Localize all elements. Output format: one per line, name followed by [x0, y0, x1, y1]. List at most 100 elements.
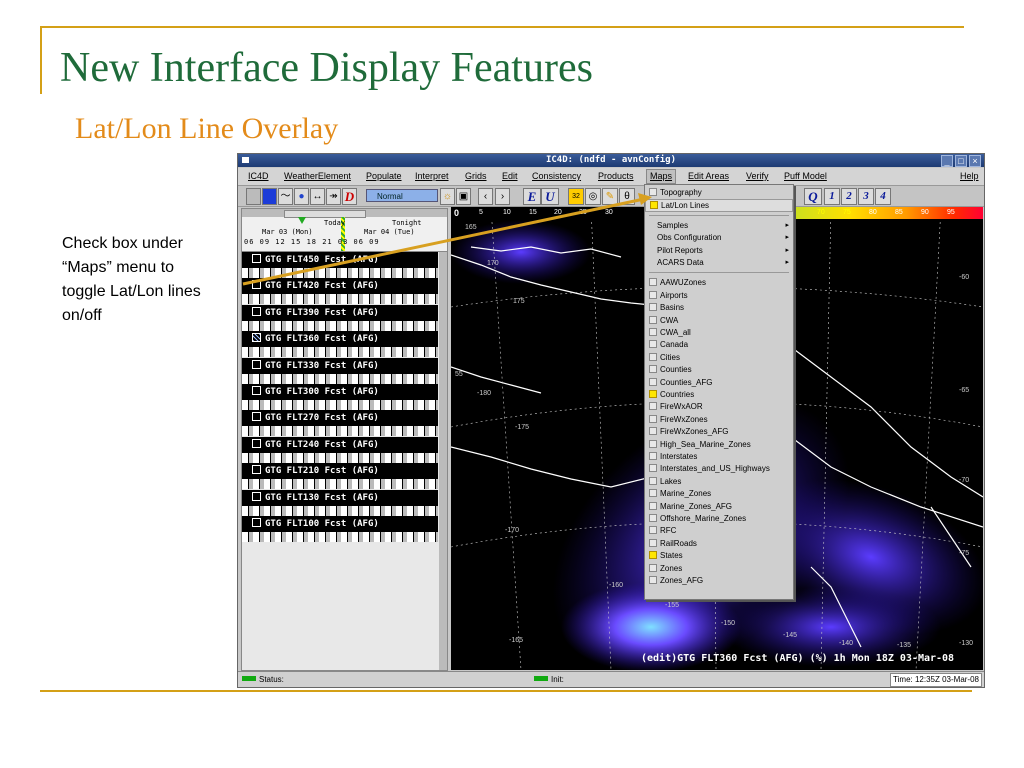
- grid-select-checkbox[interactable]: [252, 333, 261, 343]
- maps-overlay-item[interactable]: FireWxAOR: [645, 401, 793, 413]
- menu-checkbox[interactable]: [649, 464, 657, 473]
- grid-select-checkbox[interactable]: [252, 306, 261, 316]
- maps-overlay-item[interactable]: Cities: [645, 352, 793, 364]
- grid-row[interactable]: GTG FLT210 Fcst (AFG): [242, 463, 438, 490]
- maps-overlay-item[interactable]: FireWxZones_AFG: [645, 426, 793, 438]
- menu-edit-areas[interactable]: Edit Areas: [688, 171, 729, 181]
- mode-select[interactable]: Normal: [366, 189, 438, 202]
- menu-weatherelement[interactable]: WeatherElement: [284, 171, 351, 181]
- timeline-scrollbar[interactable]: [242, 209, 447, 218]
- d-tool-button[interactable]: D: [342, 188, 357, 205]
- menu-checkbox[interactable]: [649, 377, 657, 386]
- maps-overlay-item[interactable]: Interstates_and_US_Highways: [645, 463, 793, 475]
- grid-time-blocks[interactable]: [242, 505, 438, 516]
- menu-checkbox[interactable]: [649, 352, 657, 361]
- menu-checkbox[interactable]: [649, 402, 657, 411]
- maximize-icon[interactable]: □: [955, 155, 967, 167]
- grid-select-checkbox[interactable]: [252, 254, 261, 263]
- grid-row-label[interactable]: GTG FLT300 Fcst (AFG): [242, 383, 438, 400]
- grid-time-blocks[interactable]: [242, 373, 438, 384]
- maps-overlay-item[interactable]: Countries: [645, 389, 793, 401]
- menu-checkbox[interactable]: [649, 514, 657, 522]
- maps-overlay-item[interactable]: CWA: [645, 315, 793, 327]
- menu-checkbox[interactable]: [649, 563, 657, 572]
- maps-overlay-item[interactable]: States: [645, 550, 793, 562]
- maps-overlay-item[interactable]: Interstates: [645, 451, 793, 463]
- grid-time-blocks[interactable]: [242, 479, 438, 490]
- maps-overlay-item[interactable]: Zones: [645, 563, 793, 575]
- menu-checkbox[interactable]: [649, 452, 657, 460]
- menu-checkbox[interactable]: [649, 551, 657, 560]
- grid-row[interactable]: GTG FLT420 Fcst (AFG): [242, 278, 438, 305]
- menu-checkbox[interactable]: [649, 290, 657, 299]
- grid-select-checkbox[interactable]: [252, 412, 261, 422]
- maps-overlay-item[interactable]: High_Sea_Marine_Zones: [645, 439, 793, 451]
- maps-submenu-item[interactable]: ACARS Data ▸: [645, 257, 793, 269]
- maps-overlay-item[interactable]: Marine_Zones_AFG: [645, 501, 793, 513]
- grid-select-checkbox[interactable]: [252, 517, 261, 527]
- menu-checkbox[interactable]: [649, 315, 657, 324]
- grid-row-label[interactable]: GTG FLT210 Fcst (AFG): [242, 463, 438, 480]
- grid-row-label[interactable]: GTG FLT360 Fcst (AFG): [242, 331, 438, 348]
- grid-time-blocks[interactable]: [242, 268, 438, 278]
- grid-row[interactable]: GTG FLT300 Fcst (AFG): [242, 383, 438, 410]
- maps-overlay-item[interactable]: AAWUZones: [645, 277, 793, 289]
- grid-row-label[interactable]: GTG FLT330 Fcst (AFG): [242, 357, 438, 374]
- view-3-button[interactable]: 3: [858, 188, 874, 205]
- grid-row-label[interactable]: GTG FLT270 Fcst (AFG): [242, 410, 438, 427]
- grid-select-checkbox[interactable]: [252, 465, 261, 475]
- maps-overlay-item[interactable]: RFC: [645, 525, 793, 537]
- grid-row-label[interactable]: GTG FLT100 Fcst (AFG): [242, 515, 438, 532]
- grid-row[interactable]: GTG FLT270 Fcst (AFG): [242, 410, 438, 437]
- menu-checkbox[interactable]: [649, 526, 657, 535]
- grid-select-checkbox[interactable]: [252, 438, 261, 448]
- menu-checkbox[interactable]: [649, 278, 657, 287]
- menu-checkbox[interactable]: [649, 489, 657, 498]
- menu-checkbox[interactable]: [649, 188, 657, 196]
- grid-row-label[interactable]: GTG FLT450 Fcst (AFG): [242, 252, 438, 268]
- u-tool-button[interactable]: U: [541, 188, 559, 205]
- q-tool-button[interactable]: Q: [804, 188, 822, 205]
- sample-icon[interactable]: ●: [294, 188, 309, 205]
- grid-time-blocks[interactable]: [242, 347, 438, 358]
- minimize-icon[interactable]: _: [941, 155, 953, 167]
- menu-puff-model[interactable]: Puff Model: [784, 171, 827, 181]
- grid-time-blocks[interactable]: [242, 452, 438, 463]
- view-1-button[interactable]: 1: [824, 188, 840, 205]
- grid-row[interactable]: GTG FLT100 Fcst (AFG): [242, 515, 438, 542]
- maps-menu-item[interactable]: Lat/Lon Lines: [645, 199, 793, 212]
- grid-row-label[interactable]: GTG FLT130 Fcst (AFG): [242, 489, 438, 506]
- maps-overlay-item[interactable]: Counties_AFG: [645, 377, 793, 389]
- grid-row-label[interactable]: GTG FLT420 Fcst (AFG): [242, 278, 438, 295]
- maps-overlay-item[interactable]: Counties: [645, 364, 793, 376]
- select-icon[interactable]: [246, 188, 261, 205]
- menu-checkbox[interactable]: [649, 414, 657, 423]
- grid-row[interactable]: GTG FLT360 Fcst (AFG): [242, 331, 438, 358]
- grid-row[interactable]: GTG FLT330 Fcst (AFG): [242, 357, 438, 384]
- menu-checkbox[interactable]: [649, 476, 657, 485]
- menu-checkbox[interactable]: [649, 390, 657, 398]
- maps-overlay-item[interactable]: Basins: [645, 302, 793, 314]
- maps-submenu-item[interactable]: Samples ▸: [645, 220, 793, 232]
- grid-row-label[interactable]: GTG FLT240 Fcst (AFG): [242, 436, 438, 453]
- menu-checkbox[interactable]: [649, 439, 657, 448]
- menu-checkbox[interactable]: [650, 201, 658, 210]
- grid-row[interactable]: GTG FLT130 Fcst (AFG): [242, 489, 438, 516]
- view-4-button[interactable]: 4: [875, 188, 891, 205]
- contour-icon[interactable]: 〜: [278, 188, 293, 205]
- maps-overlay-item[interactable]: RailRoads: [645, 538, 793, 550]
- menu-products[interactable]: Products: [598, 171, 634, 181]
- grid-time-blocks[interactable]: [242, 531, 438, 542]
- menu-ic4d[interactable]: IC4D: [248, 171, 269, 181]
- maps-overlay-item[interactable]: Lakes: [645, 476, 793, 488]
- maps-overlay-item[interactable]: Canada: [645, 339, 793, 351]
- adjust-icon[interactable]: ↠: [326, 188, 341, 205]
- maps-overlay-item[interactable]: Airports: [645, 290, 793, 302]
- window-titlebar[interactable]: IC4D: (ndfd - avnConfig) _ □ ×: [238, 154, 984, 167]
- grid-row[interactable]: GTG FLT390 Fcst (AFG): [242, 304, 438, 331]
- grid-row-label[interactable]: GTG FLT390 Fcst (AFG): [242, 304, 438, 321]
- sun-icon[interactable]: ☼: [440, 188, 455, 205]
- menu-checkbox[interactable]: [649, 328, 657, 336]
- maps-overlay-item[interactable]: FireWxZones: [645, 414, 793, 426]
- theta-icon[interactable]: θ: [619, 188, 635, 205]
